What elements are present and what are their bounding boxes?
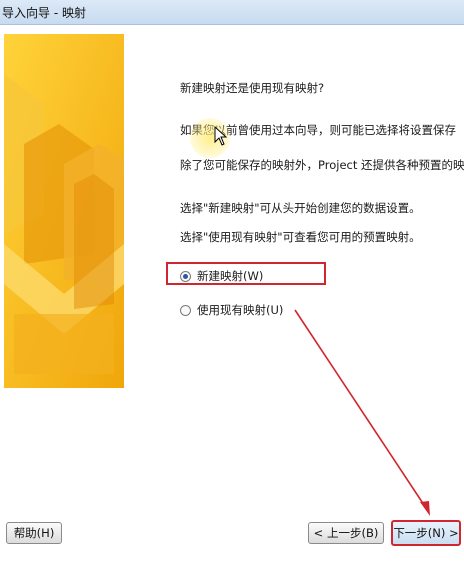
help-button[interactable]: 帮助(H) [6,522,62,544]
annotation-arrow [294,309,430,516]
back-button[interactable]: < 上一步(B) [308,522,384,544]
next-button[interactable]: 下一步(N) > [391,520,461,546]
